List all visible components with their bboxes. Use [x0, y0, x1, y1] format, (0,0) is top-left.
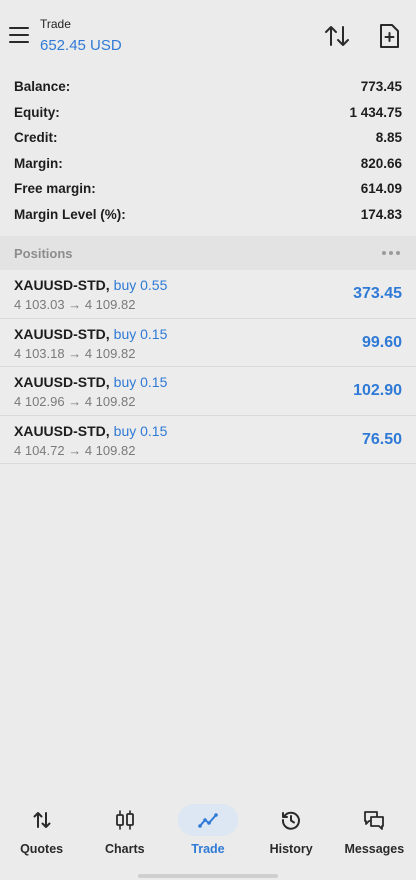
nav-label: History — [269, 842, 313, 856]
summary-label: Free margin: — [14, 181, 96, 197]
position-title: XAUUSD-STD, buy 0.15 — [14, 374, 167, 390]
nav-messages[interactable]: Messages — [334, 798, 414, 880]
position-prices: 4 103.03 → 4 109.82 — [14, 297, 136, 312]
position-symbol: XAUUSD-STD, — [14, 374, 110, 390]
position-prices: 4 102.96 → 4 109.82 — [14, 394, 136, 409]
position-title: XAUUSD-STD, buy 0.15 — [14, 423, 167, 439]
position-side: buy 0.15 — [113, 422, 168, 439]
position-prices: 4 103.18 → 4 109.82 — [14, 345, 136, 361]
summary-label: Credit: — [14, 130, 58, 146]
position-row[interactable]: XAUUSD-STD, buy 0.55 4 103.03 → 4 109.82 … — [0, 270, 416, 319]
position-prices: 4 104.72 → 4 109.82 — [14, 442, 136, 458]
trade-icon — [198, 813, 218, 828]
new-order-icon[interactable] — [377, 23, 401, 49]
summary-row-balance: Balance: 773.45 — [0, 74, 416, 100]
positions-title: Positions — [14, 245, 73, 261]
position-row[interactable]: XAUUSD-STD, buy 0.15 4 104.72 → 4 109.82 … — [0, 415, 416, 464]
position-symbol: XAUUSD-STD, — [14, 325, 110, 342]
summary-value: 773.45 — [360, 79, 402, 95]
position-side: buy 0.55 — [113, 277, 168, 293]
summary-row-equity: Equity: 1 434.75 — [0, 100, 416, 126]
account-summary: Balance: 773.45 Equity: 1 434.75 Credit:… — [0, 74, 416, 227]
position-title: XAUUSD-STD, buy 0.55 — [14, 277, 167, 293]
summary-value: 8.85 — [375, 130, 402, 146]
charts-icon — [115, 810, 134, 830]
summary-value: 614.09 — [360, 181, 402, 197]
position-title: XAUUSD-STD, buy 0.15 — [14, 326, 167, 342]
page-title: Trade — [40, 17, 71, 31]
summary-row-margin: Margin: 820.66 — [0, 151, 416, 177]
nav-label: Messages — [344, 842, 405, 856]
header-profit: 652.45 USD — [40, 37, 122, 54]
messages-icon — [364, 811, 385, 830]
sort-icon[interactable] — [324, 24, 350, 48]
summary-label: Margin: — [14, 155, 63, 171]
summary-label: Equity: — [14, 104, 60, 120]
home-indicator — [138, 874, 278, 878]
nav-label: Trade — [191, 842, 225, 856]
nav-trade[interactable]: Trade — [168, 798, 248, 880]
summary-row-free-margin: Free margin: 614.09 — [0, 176, 416, 202]
summary-row-margin-level: Margin Level (%): 174.83 — [0, 202, 416, 228]
position-profit: 102.90 — [353, 382, 402, 399]
summary-value: 820.66 — [360, 155, 402, 171]
summary-value: 174.83 — [360, 206, 402, 222]
position-row[interactable]: XAUUSD-STD, buy 0.15 4 103.18 → 4 109.82 … — [0, 318, 416, 367]
summary-label: Balance: — [14, 79, 71, 95]
nav-label: Charts — [104, 842, 145, 856]
positions-list: XAUUSD-STD, buy 0.55 4 103.03 → 4 109.82 … — [0, 270, 416, 464]
menu-icon[interactable] — [9, 27, 29, 43]
nav-label: Quotes — [20, 842, 64, 856]
quotes-icon — [33, 812, 51, 828]
position-profit: 373.45 — [353, 285, 402, 302]
position-side: buy 0.15 — [113, 374, 168, 390]
summary-row-credit: Credit: 8.85 — [0, 125, 416, 151]
nav-history[interactable]: History — [251, 798, 331, 880]
positions-header: Positions — [0, 236, 416, 270]
position-profit: 76.50 — [361, 430, 402, 448]
position-profit: 99.60 — [361, 333, 402, 351]
app-header: Trade 652.45 USD — [0, 0, 416, 66]
position-side: buy 0.15 — [113, 325, 168, 342]
history-icon — [282, 811, 301, 830]
summary-value: 1 434.75 — [349, 104, 402, 120]
position-symbol: XAUUSD-STD, — [14, 277, 110, 293]
nav-charts[interactable]: Charts — [85, 798, 165, 880]
summary-label: Margin Level (%): — [14, 206, 126, 222]
nav-quotes[interactable]: Quotes — [2, 798, 82, 880]
position-row[interactable]: XAUUSD-STD, buy 0.15 4 102.96 → 4 109.82 … — [0, 367, 416, 416]
position-symbol: XAUUSD-STD, — [14, 422, 110, 439]
bottom-navigation: Quotes Charts Trade History Messages — [0, 798, 416, 880]
more-options-icon[interactable] — [382, 251, 402, 255]
